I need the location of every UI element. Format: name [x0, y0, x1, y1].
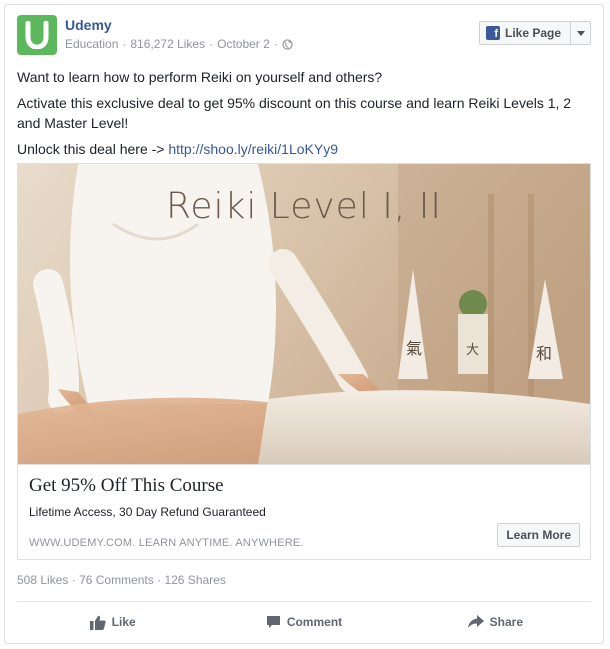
stats-separator: · [71, 573, 80, 587]
share-icon [467, 615, 484, 628]
post-text: Want to learn how to perform Reiki on yo… [17, 67, 595, 165]
post-stats: 508 Likes · 76 Comments · 126 Shares [17, 573, 226, 587]
chevron-down-icon [576, 30, 585, 36]
svg-text:和: 和 [536, 344, 552, 363]
post-text-line: Want to learn how to perform Reiki on yo… [17, 69, 383, 85]
like-label: Like [111, 615, 136, 629]
likes-count[interactable]: 508 Likes [17, 573, 68, 587]
page-category: Education [65, 37, 119, 51]
attachment-title[interactable]: Get 95% Off This Course [29, 475, 224, 497]
post-text-line: Activate this exclusive deal to get 95% … [17, 95, 572, 131]
share-button[interactable]: Share [400, 609, 591, 635]
post-unlock-line: Unlock this deal here -> http://shoo.ly/… [17, 139, 595, 159]
deal-link[interactable]: http://shoo.ly/reiki/1LoKYy9 [168, 141, 338, 157]
learn-more-button[interactable]: Learn More [497, 523, 580, 547]
comment-button[interactable]: Comment [208, 609, 399, 635]
share-label: Share [489, 615, 523, 629]
like-page-dropdown[interactable] [570, 22, 590, 44]
like-page-button[interactable]: f Like Page [479, 21, 591, 45]
meta-separator: · [122, 37, 127, 51]
post-card: Udemy Education · 816,272 Likes · Octobe… [4, 4, 604, 644]
globe-icon [282, 38, 293, 50]
thumbs-up-icon [89, 615, 106, 630]
shares-count[interactable]: 126 Shares [164, 573, 225, 587]
post-meta: Education · 816,272 Likes · October 2 · [65, 37, 293, 51]
actions-divider [17, 601, 591, 602]
udemy-logo[interactable] [17, 15, 57, 55]
post-date[interactable]: October 2 [217, 37, 270, 51]
attachment-description: Lifetime Access, 30 Day Refund Guarantee… [29, 505, 266, 519]
comment-label: Comment [286, 615, 343, 629]
meta-separator: · [273, 37, 278, 51]
page-likes: 816,272 Likes [130, 37, 206, 51]
like-button[interactable]: Like [17, 609, 208, 635]
udemy-u-icon [25, 21, 49, 49]
image-title: Reiki Level I, II [165, 186, 443, 227]
comment-icon [266, 616, 280, 628]
meta-separator: · [209, 37, 214, 51]
like-page-main[interactable]: f Like Page [480, 22, 570, 44]
comments-count[interactable]: 76 Comments [79, 573, 154, 587]
attachment-domain: WWW.UDEMY.COM. LEARN ANYTIME. ANYWHERE. [29, 537, 304, 549]
like-page-label: Like Page [505, 26, 562, 40]
unlock-prefix: Unlock this deal here -> [17, 141, 169, 157]
post-header: Udemy Education · 816,272 Likes · Octobe… [17, 15, 591, 57]
facebook-icon: f [486, 26, 500, 40]
svg-text:氣: 氣 [406, 339, 422, 358]
svg-text:大: 大 [466, 343, 479, 358]
attachment-body[interactable]: Get 95% Off This Course Lifetime Access,… [18, 464, 590, 559]
page-name[interactable]: Udemy [65, 17, 112, 33]
attachment-image[interactable]: 氣 和 大 Reiki Level I, II [18, 164, 590, 464]
post-actions: Like Comment Share [17, 609, 591, 635]
link-attachment[interactable]: 氣 和 大 Reiki Level I, II Get 95% Off This… [17, 163, 591, 560]
